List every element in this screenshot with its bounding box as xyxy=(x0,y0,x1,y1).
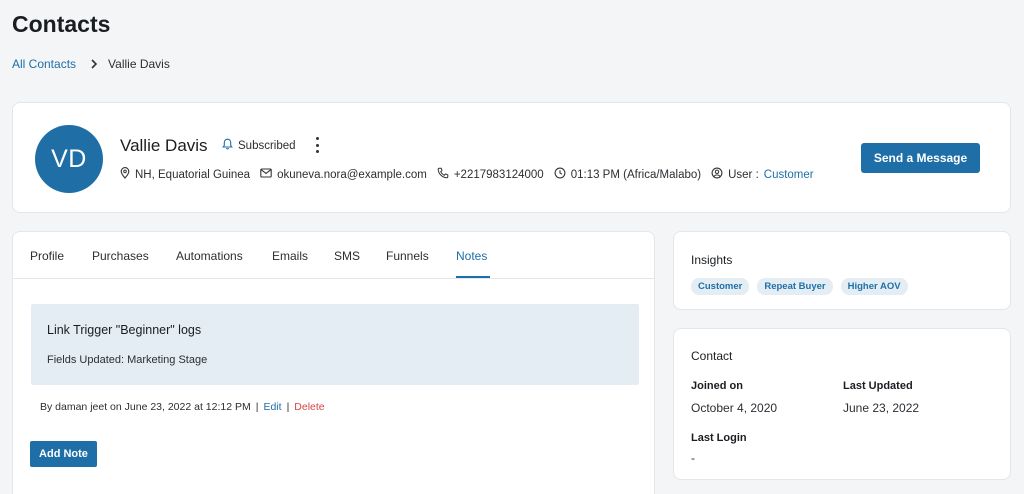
active-tab-indicator xyxy=(456,276,490,278)
breadcrumb-all-contacts[interactable]: All Contacts xyxy=(12,57,76,71)
more-vertical-icon[interactable] xyxy=(312,137,322,153)
tab-sms[interactable]: SMS xyxy=(334,249,360,263)
contact-location: NH, Equatorial Guinea xyxy=(120,167,250,182)
add-note-button[interactable]: Add Note xyxy=(30,441,97,467)
edit-note-link[interactable]: Edit xyxy=(263,401,281,413)
last-login-label: Last Login xyxy=(691,432,747,444)
tab-funnels[interactable]: Funnels xyxy=(386,249,429,263)
tab-automations[interactable]: Automations xyxy=(176,249,243,263)
insight-tag: Customer xyxy=(691,278,750,295)
send-message-button[interactable]: Send a Message xyxy=(861,143,980,173)
delete-note-link[interactable]: Delete xyxy=(294,401,324,413)
contact-info-card: Contact Joined on October 4, 2020 Last U… xyxy=(673,328,1011,480)
joined-on-value: October 4, 2020 xyxy=(691,401,778,415)
chevron-right-icon xyxy=(90,59,98,69)
contact-email: okuneva.nora@example.com xyxy=(260,168,427,181)
phone-icon xyxy=(437,167,449,182)
contact-detail-panel: Profile Purchases Automations Emails SMS… xyxy=(12,231,655,494)
contact-user-role: User : Customer xyxy=(711,167,814,182)
note-author-date: By daman jeet on June 23, 2022 at 12:12 … xyxy=(40,401,251,413)
breadcrumb-current: Vallie Davis xyxy=(108,57,170,71)
last-updated-label: Last Updated xyxy=(843,380,913,392)
contact-name: Vallie Davis xyxy=(120,136,208,155)
contact-phone: +2217983124000 xyxy=(437,167,544,182)
tab-emails[interactable]: Emails xyxy=(272,249,308,263)
insights-title: Insights xyxy=(691,253,733,267)
insights-card: Insights Customer Repeat Buyer Higher AO… xyxy=(673,231,1011,310)
subscription-status: Subscribed xyxy=(222,138,296,153)
note-title: Link Trigger "Beginner" logs xyxy=(47,323,202,337)
user-circle-icon xyxy=(711,167,723,182)
insight-tag: Repeat Buyer xyxy=(757,278,833,295)
contact-local-time: 01:13 PM (Africa/Malabo) xyxy=(554,167,701,182)
tab-profile[interactable]: Profile xyxy=(30,249,64,263)
clock-icon xyxy=(554,167,566,182)
tab-purchases[interactable]: Purchases xyxy=(92,249,149,263)
joined-on-label: Joined on xyxy=(691,380,743,392)
page-title: Contacts xyxy=(12,11,111,37)
tab-notes[interactable]: Notes xyxy=(456,249,487,263)
contact-info-title: Contact xyxy=(691,349,733,363)
user-role-link[interactable]: Customer xyxy=(764,169,814,181)
contact-meta-row: NH, Equatorial Guinea okuneva.nora@examp… xyxy=(120,167,824,182)
bell-icon xyxy=(222,138,233,153)
note-card: Link Trigger "Beginner" logs Fields Upda… xyxy=(31,304,639,385)
note-meta: By daman jeet on June 23, 2022 at 12:12 … xyxy=(40,401,325,413)
last-updated-value: June 23, 2022 xyxy=(843,401,920,415)
last-login-value: - xyxy=(691,451,695,465)
insight-tags: Customer Repeat Buyer Higher AOV xyxy=(691,278,908,295)
subscription-label: Subscribed xyxy=(238,139,296,152)
contact-header-card: VD Vallie Davis Subscribed NH, Equatoria… xyxy=(12,102,1011,213)
avatar: VD xyxy=(35,125,103,193)
note-meta-separator: | xyxy=(255,401,259,413)
envelope-icon xyxy=(260,168,272,181)
insight-tag: Higher AOV xyxy=(840,278,908,295)
tab-bar: Profile Purchases Automations Emails SMS… xyxy=(13,232,654,279)
breadcrumb: All Contacts Vallie Davis xyxy=(12,57,170,71)
map-pin-icon xyxy=(120,167,130,182)
note-meta-separator: | xyxy=(286,401,290,413)
note-body: Fields Updated: Marketing Stage xyxy=(47,354,208,366)
